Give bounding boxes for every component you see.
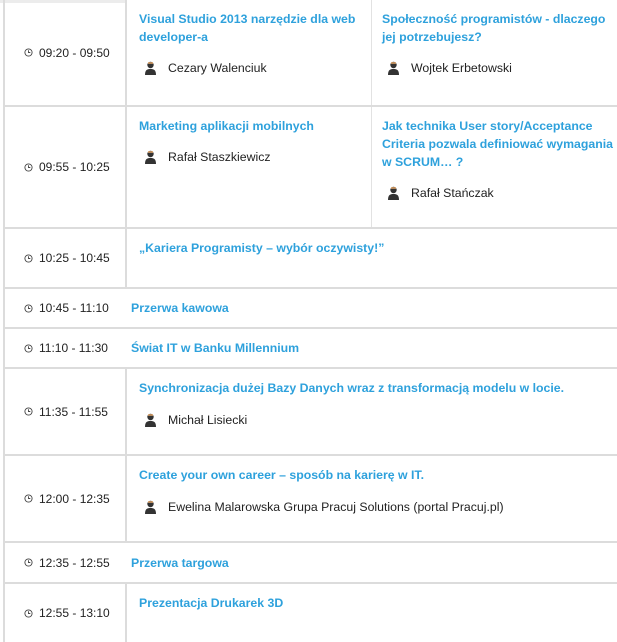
- clock-icon: [24, 162, 33, 172]
- schedule-row: 10:25 - 10:45 „Kariera Programisty – wyb…: [5, 229, 617, 289]
- sessions-cell: „Kariera Programisty – wybór oczywisty!”: [125, 229, 617, 287]
- speaker: Rafał Staszkiewicz: [139, 150, 371, 164]
- time-range: 12:55 - 13:10: [39, 606, 110, 620]
- time-range: 11:10 - 11:30: [39, 341, 108, 355]
- person-icon: [145, 150, 156, 164]
- speaker-name: Michał Lisiecki: [168, 413, 248, 427]
- clock-icon: [24, 608, 33, 618]
- session-title-link[interactable]: Społeczność programistów - dlaczego jej …: [382, 10, 612, 46]
- break-title-link[interactable]: Przerwa kawowa: [131, 301, 229, 315]
- speaker-name: Ewelina Malarowska Grupa Pracuj Solution…: [168, 500, 504, 514]
- sessions-cell: Create your own career – sposób na karie…: [125, 456, 617, 541]
- clock-icon: [24, 343, 33, 353]
- agenda-schedule: 09:20 - 09:50 Visual Studio 2013 narzędz…: [3, 0, 617, 642]
- session-title-link[interactable]: Create your own career – sposób na karie…: [139, 466, 617, 484]
- time-range: 10:25 - 10:45: [39, 251, 110, 265]
- sessions-cell: Synchronizacja dużej Bazy Danych wraz z …: [125, 369, 617, 454]
- person-icon: [145, 413, 156, 427]
- speaker: Rafał Stańczak: [382, 186, 617, 200]
- speaker-name: Wojtek Erbetowski: [411, 61, 512, 75]
- schedule-row: 09:20 - 09:50 Visual Studio 2013 narzędz…: [5, 0, 617, 107]
- time-cell: 10:45 - 11:10: [5, 289, 125, 327]
- session-title-link[interactable]: Jak technika User story/Acceptance Crite…: [382, 117, 614, 171]
- schedule-row: 10:45 - 11:10 Przerwa kawowa: [5, 289, 617, 329]
- clock-icon: [24, 494, 33, 503]
- person-icon: [145, 500, 156, 514]
- clock-icon: [24, 407, 33, 416]
- break-cell: Świat IT w Banku Millennium: [131, 329, 299, 367]
- schedule-row: 09:55 - 10:25 Marketing aplikacji mobiln…: [5, 107, 617, 229]
- session: Visual Studio 2013 narzędzie dla web dev…: [125, 0, 371, 105]
- time-cell: 12:35 - 12:55: [5, 543, 125, 582]
- time-cell: 12:00 - 12:35: [5, 456, 125, 541]
- clock-icon: [24, 303, 33, 313]
- person-icon: [145, 61, 156, 75]
- sessions-cell: Marketing aplikacji mobilnych Rafał Stas…: [125, 107, 617, 227]
- time-cell: 09:55 - 10:25: [5, 107, 125, 227]
- speaker: Cezary Walenciuk: [139, 61, 371, 75]
- schedule-row: 12:35 - 12:55 Przerwa targowa: [5, 543, 617, 584]
- schedule-row: 11:10 - 11:30 Świat IT w Banku Millenniu…: [5, 329, 617, 369]
- time-cell: 11:10 - 11:30: [5, 329, 125, 367]
- speaker: Wojtek Erbetowski: [382, 61, 617, 75]
- person-icon: [388, 61, 399, 75]
- time-range: 10:45 - 11:10: [39, 301, 109, 315]
- speaker-name: Rafał Stańczak: [411, 186, 494, 200]
- time-range: 09:20 - 09:50: [39, 45, 110, 60]
- session-title-link[interactable]: Marketing aplikacji mobilnych: [139, 117, 371, 135]
- session: Prezentacja Drukarek 3D: [125, 584, 617, 642]
- session-title-link[interactable]: Synchronizacja dużej Bazy Danych wraz z …: [139, 379, 617, 397]
- time-cell: 12:55 - 13:10: [5, 584, 125, 642]
- break-cell: Przerwa kawowa: [131, 289, 229, 327]
- time-range: 09:55 - 10:25: [39, 160, 110, 174]
- clock-icon: [24, 558, 33, 567]
- schedule-row: 12:00 - 12:35 Create your own career – s…: [5, 456, 617, 543]
- speaker-name: Cezary Walenciuk: [168, 61, 267, 75]
- sessions-cell: Prezentacja Drukarek 3D: [125, 584, 617, 642]
- session: Jak technika User story/Acceptance Crite…: [371, 107, 617, 227]
- session: Społeczność programistów - dlaczego jej …: [371, 0, 617, 105]
- session: Synchronizacja dużej Bazy Danych wraz z …: [125, 369, 617, 454]
- person-icon: [388, 186, 399, 200]
- time-cell: 10:25 - 10:45: [5, 229, 125, 287]
- break-title-link[interactable]: Świat IT w Banku Millennium: [131, 341, 299, 355]
- clock-icon: [24, 253, 33, 263]
- schedule-row: 12:55 - 13:10 Prezentacja Drukarek 3D: [5, 584, 617, 642]
- time-range: 12:00 - 12:35: [39, 491, 110, 506]
- session-title-link[interactable]: Visual Studio 2013 narzędzie dla web dev…: [139, 10, 364, 46]
- time-cell: 11:35 - 11:55: [5, 369, 125, 454]
- speaker-name: Rafał Staszkiewicz: [168, 150, 271, 164]
- time-range: 11:35 - 11:55: [39, 404, 108, 419]
- clock-icon: [24, 48, 33, 57]
- session: „Kariera Programisty – wybór oczywisty!”: [125, 229, 617, 287]
- session-title-link[interactable]: Prezentacja Drukarek 3D: [139, 594, 617, 612]
- schedule-row: 11:35 - 11:55 Synchronizacja dużej Bazy …: [5, 369, 617, 456]
- session-title-link[interactable]: „Kariera Programisty – wybór oczywisty!”: [139, 239, 617, 257]
- speaker: Ewelina Malarowska Grupa Pracuj Solution…: [139, 500, 617, 514]
- session: Create your own career – sposób na karie…: [125, 456, 617, 541]
- session: Marketing aplikacji mobilnych Rafał Stas…: [125, 107, 371, 227]
- sessions-cell: Visual Studio 2013 narzędzie dla web dev…: [125, 0, 617, 105]
- break-title-link[interactable]: Przerwa targowa: [131, 556, 229, 570]
- time-cell: 09:20 - 09:50: [5, 0, 125, 105]
- time-range: 12:35 - 12:55: [39, 555, 110, 570]
- speaker: Michał Lisiecki: [139, 413, 617, 427]
- break-cell: Przerwa targowa: [131, 543, 229, 582]
